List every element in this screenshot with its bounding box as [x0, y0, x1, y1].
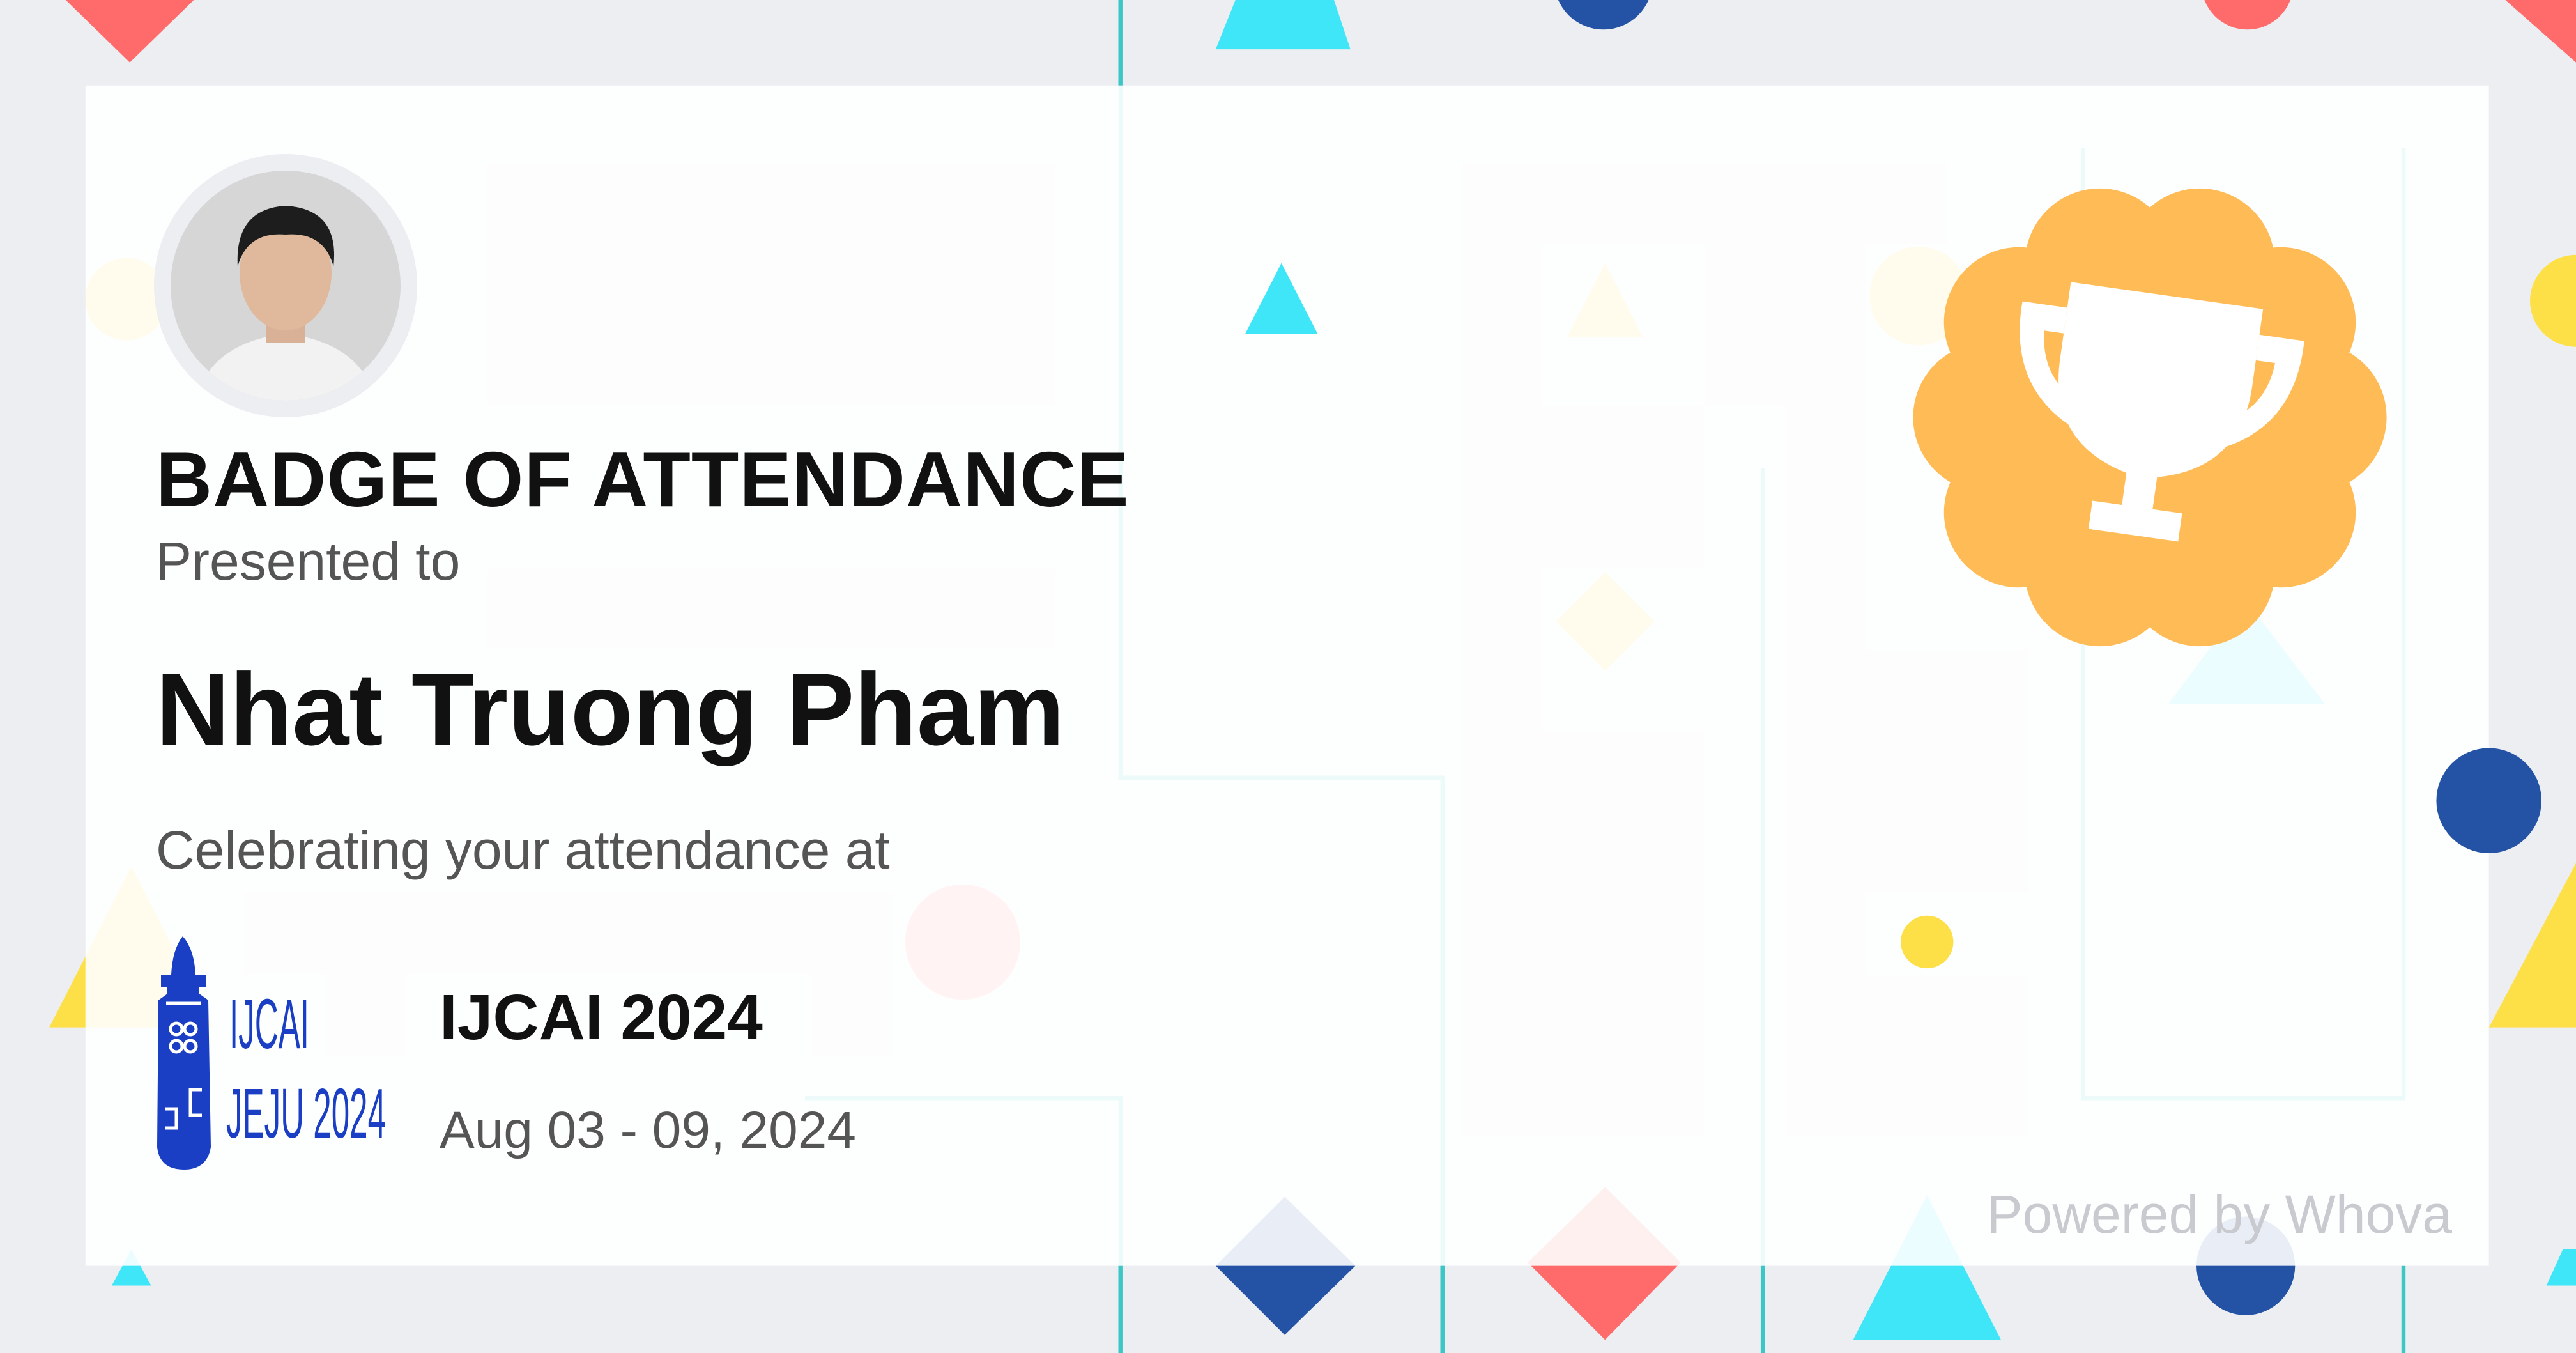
avatar: [154, 154, 417, 417]
recipient-name: Nhat Truong Pham: [156, 652, 1065, 766]
logo-text-jeju: JEJU 2024: [226, 1074, 386, 1153]
logo-text-ijcai: IJCAI: [229, 985, 309, 1063]
event-dates: Aug 03 - 09, 2024: [440, 1101, 856, 1159]
user-photo: [171, 171, 401, 401]
powered-by-whova: Powered by Whova: [1986, 1184, 2452, 1244]
celebrating-label: Celebrating your attendance at: [156, 820, 890, 880]
award-badge: [1913, 188, 2387, 647]
event-logo: IJCAI JEJU 2024: [156, 936, 387, 1170]
badge-title: BADGE OF ATTENDANCE: [156, 436, 1130, 523]
presented-to-label: Presented to: [156, 531, 461, 591]
event-name: IJCAI 2024: [440, 982, 763, 1053]
